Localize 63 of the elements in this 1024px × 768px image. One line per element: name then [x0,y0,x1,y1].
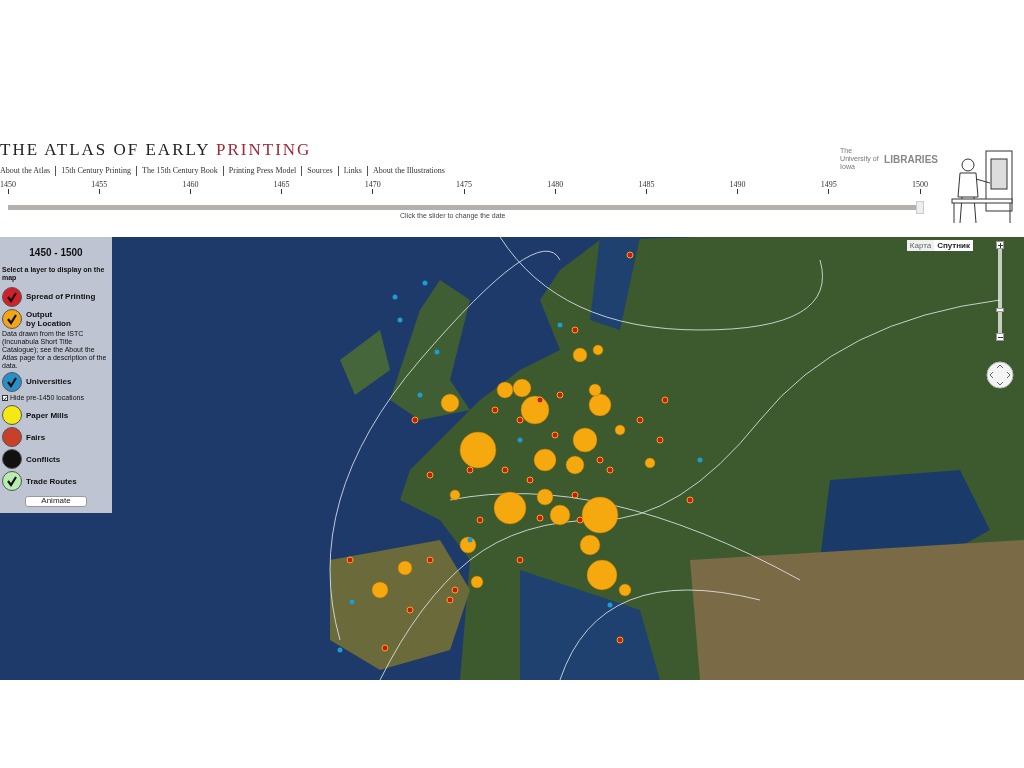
plus-icon [997,242,1003,248]
layer-label[interactable]: Universities [26,377,72,386]
layer-toggle[interactable] [2,308,22,329]
tick-mark [828,189,830,194]
date-range: 1450 - 1500 [28,246,84,260]
checkmark-icon [6,290,18,303]
nav-link[interactable]: The 15th Century Book [142,165,218,177]
layer-label[interactable]: Fairs [26,432,46,442]
hide-checkbox[interactable] [2,395,8,402]
nav-link[interactable]: About the Illustrations [372,165,445,177]
year-label: 1475 [456,181,472,189]
layer-label[interactable]: Conflicts [26,454,61,464]
minus-icon [997,334,1003,340]
layer-toggle[interactable] [2,449,22,469]
nav-link[interactable]: Sources [307,165,333,177]
year-label: 1470 [364,181,381,189]
year-label: 1485 [638,181,655,189]
nav-link[interactable]: Links [343,165,362,177]
year-label: 1465 [273,181,290,189]
pan-control-icon[interactable] [986,361,1014,389]
year-label: 1500 [912,181,928,189]
checkmark-icon [6,375,18,388]
nav-link[interactable]: Printing Press Model [228,165,297,177]
tick-mark [98,189,100,194]
checkmark-icon [3,395,7,401]
checkmark-icon [6,312,18,325]
map-type-tab[interactable]: Спутник [934,240,973,251]
year-label: 1450 [0,181,16,189]
zoom-out-button[interactable] [996,333,1004,341]
tick-mark [645,189,647,194]
logo-text: LIBRARIES [884,152,938,167]
tick-mark [919,189,921,194]
layer-toggle[interactable] [2,471,22,491]
nav-link[interactable]: 15th Century Printing [61,165,131,177]
layer-toggle[interactable] [2,405,22,425]
layer-label[interactable]: Output by Location [26,309,71,328]
tick-mark [737,189,739,194]
map-type-tab[interactable]: Карта [906,240,935,251]
layer-label[interactable]: Spread of Printing [26,292,96,301]
site-title: THE ATLAS OF EARLY PRINTING [0,141,312,158]
checkmark-icon [6,475,18,487]
year-label: 1480 [547,181,564,189]
tick-mark [372,189,374,194]
year-label: 1490 [729,181,746,189]
layer-label[interactable]: Paper Mills [26,410,69,420]
tick-mark [281,189,283,194]
layer-toggle[interactable] [2,427,22,447]
zoom-in-button[interactable] [996,241,1004,249]
layer-label[interactable]: Trade Routes [26,476,77,486]
animate-button[interactable]: Animate [25,495,87,507]
tick-mark [189,189,191,194]
tick-mark [463,189,465,194]
tick-mark [554,189,556,194]
layer-toggle[interactable] [2,286,22,307]
zoom-slider[interactable] [998,241,1002,341]
nav-link[interactable]: About the Atlas [0,165,51,177]
slider-handle[interactable] [916,201,924,214]
year-label: 1455 [91,181,108,189]
year-label: 1460 [182,181,199,189]
zoom-handle[interactable] [996,308,1004,313]
layer-toggle[interactable] [2,371,22,392]
year-label: 1495 [820,181,837,189]
tick-mark [7,189,9,194]
